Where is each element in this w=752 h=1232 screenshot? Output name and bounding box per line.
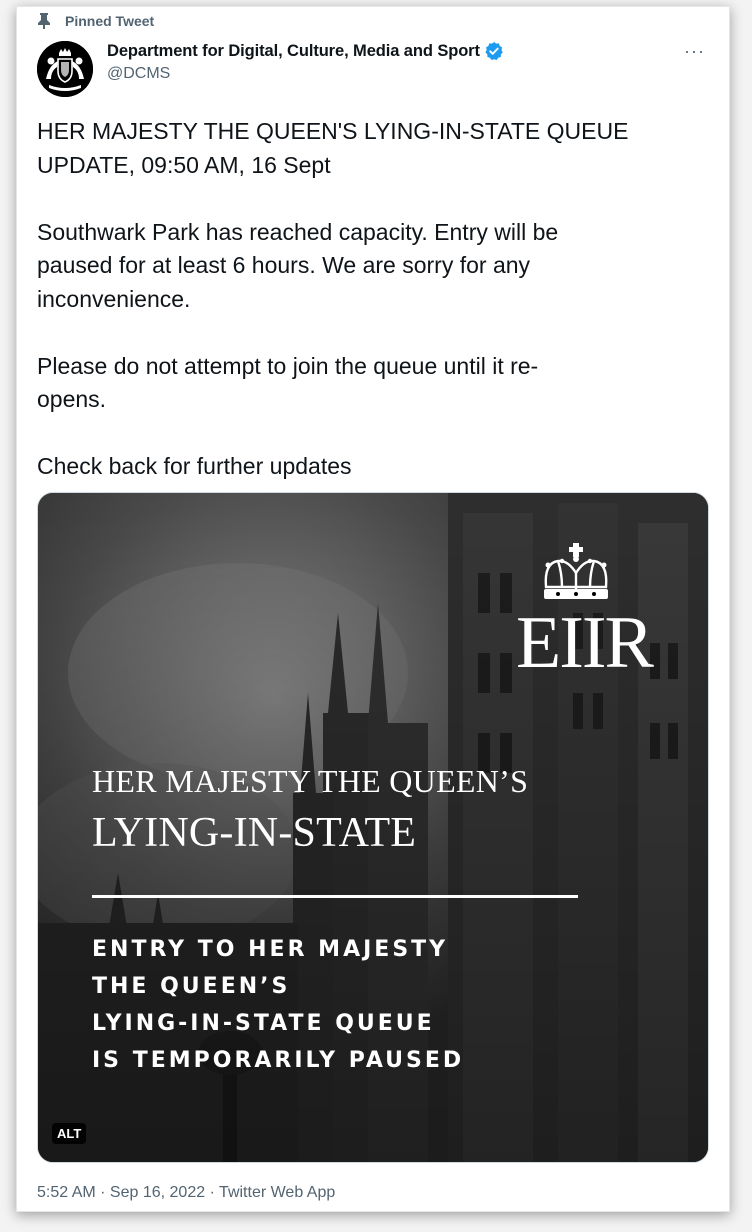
crown-icon [544,543,608,599]
author-handle[interactable]: @DCMS [107,65,504,83]
media-subtitle: ENTRY TO HER MAJESTY THE QUEEN’S LYING-I… [92,931,464,1079]
tweet-card[interactable]: Pinned Tweet Department for Digital, Cul… [16,6,730,1212]
royal-cipher: EIIR [516,539,654,684]
pin-icon [38,13,50,29]
media-title-line-2: LYING-IN-STATE [92,810,417,856]
more-options-button[interactable]: ··· [684,41,705,62]
author-name[interactable]: Department for Digital, Culture, Media a… [107,42,480,61]
media-subtitle-line: ENTRY TO HER MAJESTY [92,937,449,962]
tweet-media-image[interactable]: EIIR HER MAJESTY THE QUEEN’S LYING-IN-ST… [37,492,709,1163]
tweet-timestamp[interactable]: 5:52 AM · Sep 16, 2022 · Twitter Web App [37,1184,335,1202]
verified-badge-icon [485,42,503,60]
tweet-text: HER MAJESTY THE QUEEN'S LYING-IN-STATE Q… [37,118,629,479]
alt-text-badge[interactable]: ALT [52,1123,87,1144]
pinned-indicator: Pinned Tweet [37,13,154,29]
pinned-label: Pinned Tweet [65,13,155,29]
media-title-line-1: HER MAJESTY THE QUEEN’S [92,763,529,799]
media-divider [92,895,578,898]
author-block: Department for Digital, Culture, Media a… [107,41,504,83]
royal-coat-of-arms-icon [37,41,93,97]
media-subtitle-line: LYING-IN-STATE QUEUE [92,1011,435,1036]
media-subtitle-line: IS TEMPORARILY PAUSED [92,1048,465,1073]
avatar[interactable] [37,41,93,97]
media-subtitle-line: THE QUEEN’S [92,974,291,999]
cipher-text: EIIR [516,602,654,684]
